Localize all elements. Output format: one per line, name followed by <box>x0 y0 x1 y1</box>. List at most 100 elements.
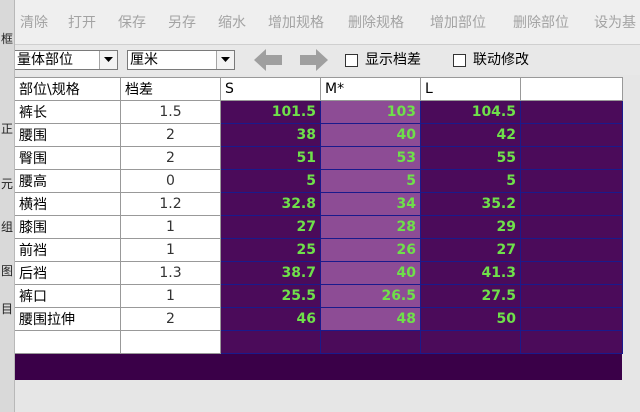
size-l-cell[interactable]: 27.5 <box>420 284 521 308</box>
empty-cell[interactable] <box>520 169 623 193</box>
unit-select[interactable]: 厘米 <box>127 50 235 70</box>
set-as-base-button[interactable]: 设为基 <box>594 12 636 32</box>
grade-diff-cell[interactable]: 0 <box>120 169 221 193</box>
grade-diff-cell[interactable]: 1 <box>120 238 221 262</box>
clear-button[interactable]: 清除 <box>20 12 48 32</box>
part-cell[interactable]: 腰高 <box>14 169 121 193</box>
position-type-select[interactable]: 量体部位 <box>14 50 118 70</box>
arrow-right-icon[interactable] <box>298 48 330 76</box>
grade-diff-cell[interactable]: 1.5 <box>120 100 221 124</box>
table-row: 臀围 2 51 53 55 <box>14 146 623 170</box>
size-m-cell[interactable]: 28 <box>320 215 421 239</box>
control-bar: 量体部位 厘米 显示档差 联动修改 <box>0 45 640 75</box>
grade-diff-cell[interactable]: 1 <box>120 215 221 239</box>
arrow-left-icon[interactable] <box>252 48 284 76</box>
empty-cell[interactable] <box>520 330 623 354</box>
size-s-cell[interactable]: 5 <box>220 169 321 193</box>
checkbox-box[interactable] <box>453 54 466 67</box>
part-cell[interactable]: 膝围 <box>14 215 121 239</box>
save-button[interactable]: 保存 <box>118 12 146 32</box>
add-size-button[interactable]: 增加规格 <box>268 12 324 32</box>
size-s-cell[interactable]: 27 <box>220 215 321 239</box>
left-strip-text: 框 <box>1 32 14 46</box>
column-header[interactable]: S <box>220 77 321 101</box>
grade-diff-cell[interactable]: 2 <box>120 146 221 170</box>
grade-diff-cell[interactable]: 1.2 <box>120 192 221 216</box>
size-l-cell[interactable]: 5 <box>420 169 521 193</box>
size-s-cell[interactable]: 25 <box>220 238 321 262</box>
size-m-cell[interactable]: 26 <box>320 238 421 262</box>
size-l-cell[interactable]: 41.3 <box>420 261 521 285</box>
size-l-cell[interactable]: 42 <box>420 123 521 147</box>
part-cell[interactable]: 腰围拉伸 <box>14 307 121 331</box>
shrink-button[interactable]: 缩水 <box>218 12 246 32</box>
checkbox-box[interactable] <box>345 54 358 67</box>
delete-position-button[interactable]: 删除部位 <box>513 12 569 32</box>
column-header[interactable]: L <box>420 77 521 101</box>
size-s-cell[interactable]: 32.8 <box>220 192 321 216</box>
empty-cell[interactable] <box>520 100 623 124</box>
part-cell[interactable]: 裤长 <box>14 100 121 124</box>
size-m-cell[interactable]: 103 <box>320 100 421 124</box>
part-cell[interactable]: 臀围 <box>14 146 121 170</box>
empty-cell[interactable] <box>520 238 623 262</box>
size-s-cell[interactable]: 51 <box>220 146 321 170</box>
linked-edit-label: 联动修改 <box>473 52 529 68</box>
empty-cell[interactable] <box>14 330 121 354</box>
size-m-cell[interactable]: 53 <box>320 146 421 170</box>
column-header[interactable]: M* <box>320 77 421 101</box>
table-row: 裤长 1.5 101.5 103 104.5 <box>14 100 623 124</box>
size-grid[interactable]: 部位\规格 档差 S M* L 裤长 1.5 101.5 103 104.5 腰围 2 38 4… <box>14 77 623 380</box>
grade-diff-cell[interactable]: 1.3 <box>120 261 221 285</box>
show-diff-label: 显示档差 <box>365 52 421 68</box>
size-l-cell[interactable]: 27 <box>420 238 521 262</box>
size-l-cell[interactable]: 35.2 <box>420 192 521 216</box>
size-m-cell[interactable]: 40 <box>320 261 421 285</box>
left-panel-edge: 框 正 元 组 图 目 <box>0 0 15 412</box>
part-cell[interactable]: 腰围 <box>14 123 121 147</box>
table-row: 腰围 2 38 40 42 <box>14 123 623 147</box>
size-l-cell[interactable]: 50 <box>420 307 521 331</box>
empty-cell[interactable] <box>520 215 623 239</box>
chevron-down-icon[interactable] <box>216 51 234 69</box>
open-button[interactable]: 打开 <box>68 12 96 32</box>
empty-cell[interactable] <box>520 146 623 170</box>
size-m-cell[interactable]: 34 <box>320 192 421 216</box>
empty-cell[interactable] <box>520 307 623 331</box>
grade-diff-cell[interactable]: 1 <box>120 284 221 308</box>
empty-cell[interactable] <box>520 123 623 147</box>
table-row: 横裆 1.2 32.8 34 35.2 <box>14 192 623 216</box>
grade-diff-cell[interactable]: 2 <box>120 307 221 331</box>
size-m-cell[interactable]: 5 <box>320 169 421 193</box>
size-s-cell[interactable]: 101.5 <box>220 100 321 124</box>
delete-size-button[interactable]: 删除规格 <box>348 12 404 32</box>
part-cell[interactable]: 裤口 <box>14 284 121 308</box>
size-l-cell[interactable]: 29 <box>420 215 521 239</box>
empty-cell[interactable] <box>120 330 221 354</box>
save-as-button[interactable]: 另存 <box>168 12 196 32</box>
chevron-down-icon[interactable] <box>99 51 117 69</box>
part-cell[interactable]: 横裆 <box>14 192 121 216</box>
grade-diff-cell[interactable]: 2 <box>120 123 221 147</box>
part-cell[interactable]: 后裆 <box>14 261 121 285</box>
empty-cell[interactable] <box>420 330 521 354</box>
size-s-cell[interactable]: 46 <box>220 307 321 331</box>
size-s-cell[interactable]: 25.5 <box>220 284 321 308</box>
empty-cell[interactable] <box>220 330 321 354</box>
size-m-cell[interactable]: 40 <box>320 123 421 147</box>
size-l-cell[interactable]: 104.5 <box>420 100 521 124</box>
column-header[interactable] <box>520 77 623 101</box>
part-cell[interactable]: 前裆 <box>14 238 121 262</box>
empty-cell[interactable] <box>520 261 623 285</box>
column-header[interactable]: 部位\规格 <box>14 77 121 101</box>
empty-cell[interactable] <box>520 284 623 308</box>
add-position-button[interactable]: 增加部位 <box>430 12 486 32</box>
empty-cell[interactable] <box>520 192 623 216</box>
size-s-cell[interactable]: 38.7 <box>220 261 321 285</box>
size-m-cell[interactable]: 48 <box>320 307 421 331</box>
size-s-cell[interactable]: 38 <box>220 123 321 147</box>
column-header[interactable]: 档差 <box>120 77 221 101</box>
empty-cell[interactable] <box>320 330 421 354</box>
size-l-cell[interactable]: 55 <box>420 146 521 170</box>
size-m-cell[interactable]: 26.5 <box>320 284 421 308</box>
